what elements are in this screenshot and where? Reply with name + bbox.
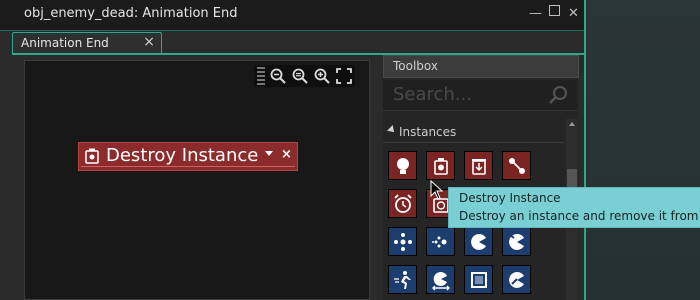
- desktop-background: [586, 0, 700, 300]
- zoom-reset-icon[interactable]: [290, 66, 310, 86]
- event-editor-window: obj_enemy_dead: Animation End — ✕ Animat…: [0, 0, 586, 300]
- section-label: Instances: [399, 125, 457, 139]
- wrap-icon[interactable]: [464, 265, 493, 294]
- window-title: obj_enemy_dead: Animation End: [24, 6, 238, 21]
- title-bar[interactable]: obj_enemy_dead: Animation End — ✕: [0, 0, 584, 31]
- search-placeholder: Search...: [393, 84, 473, 105]
- move-free-icon[interactable]: [426, 227, 455, 256]
- close-icon[interactable]: ✕: [568, 6, 579, 21]
- create-instance-icon[interactable]: [388, 151, 417, 180]
- tooltip-description: Destroy an instance and remove it from t…: [459, 209, 700, 223]
- destroy-instance-icon[interactable]: [426, 151, 455, 180]
- toolbox-search-input[interactable]: Search...: [383, 80, 577, 111]
- change-instance-icon[interactable]: [502, 151, 531, 180]
- tab-strip: Animation End ×: [12, 32, 584, 55]
- minimize-icon[interactable]: —: [529, 6, 542, 21]
- toolbox-panel: Toolbox Search... Instances: [383, 55, 579, 300]
- alarm-icon[interactable]: [388, 189, 417, 218]
- scroll-up-icon[interactable]: [569, 122, 575, 126]
- maximize-icon[interactable]: [549, 5, 560, 16]
- destroy-instance-icon: [85, 148, 99, 164]
- search-icon[interactable]: [547, 84, 569, 106]
- move-towards-icon[interactable]: [388, 265, 417, 294]
- mouse-cursor-icon: [430, 180, 444, 200]
- collapse-arrow-icon[interactable]: [387, 125, 397, 135]
- section-instances[interactable]: Instances: [383, 122, 564, 143]
- action-editor-canvas[interactable]: [24, 60, 370, 300]
- toolbox-header: Toolbox: [383, 55, 579, 78]
- remove-action-icon[interactable]: ×: [281, 147, 292, 162]
- fit-screen-icon[interactable]: [334, 66, 354, 86]
- jump-icon[interactable]: [502, 227, 531, 256]
- destroy-at-location-icon[interactable]: [464, 151, 493, 180]
- tab-label: Animation End: [21, 36, 109, 50]
- set-speed-icon[interactable]: [464, 227, 493, 256]
- bounce-icon[interactable]: [426, 265, 455, 294]
- chevron-down-icon[interactable]: [264, 150, 274, 158]
- toolbox-title: Toolbox: [393, 59, 438, 73]
- action-label: Destroy Instance: [106, 145, 259, 166]
- move-fixed-icon[interactable]: [388, 227, 417, 256]
- zoom-toolbar: [254, 65, 355, 87]
- tab-animation-end[interactable]: Animation End ×: [12, 32, 162, 53]
- tab-close-icon[interactable]: ×: [143, 34, 155, 50]
- zoom-out-icon[interactable]: [268, 66, 288, 86]
- tooltip-title: Destroy Instance: [459, 191, 561, 205]
- grip-handle-icon[interactable]: [257, 67, 265, 85]
- action-tooltip: Destroy Instance Destroy an instance and…: [448, 187, 700, 228]
- zoom-in-icon[interactable]: [312, 66, 332, 86]
- scroll-thumb[interactable]: [567, 169, 577, 187]
- path-icon[interactable]: [502, 265, 531, 294]
